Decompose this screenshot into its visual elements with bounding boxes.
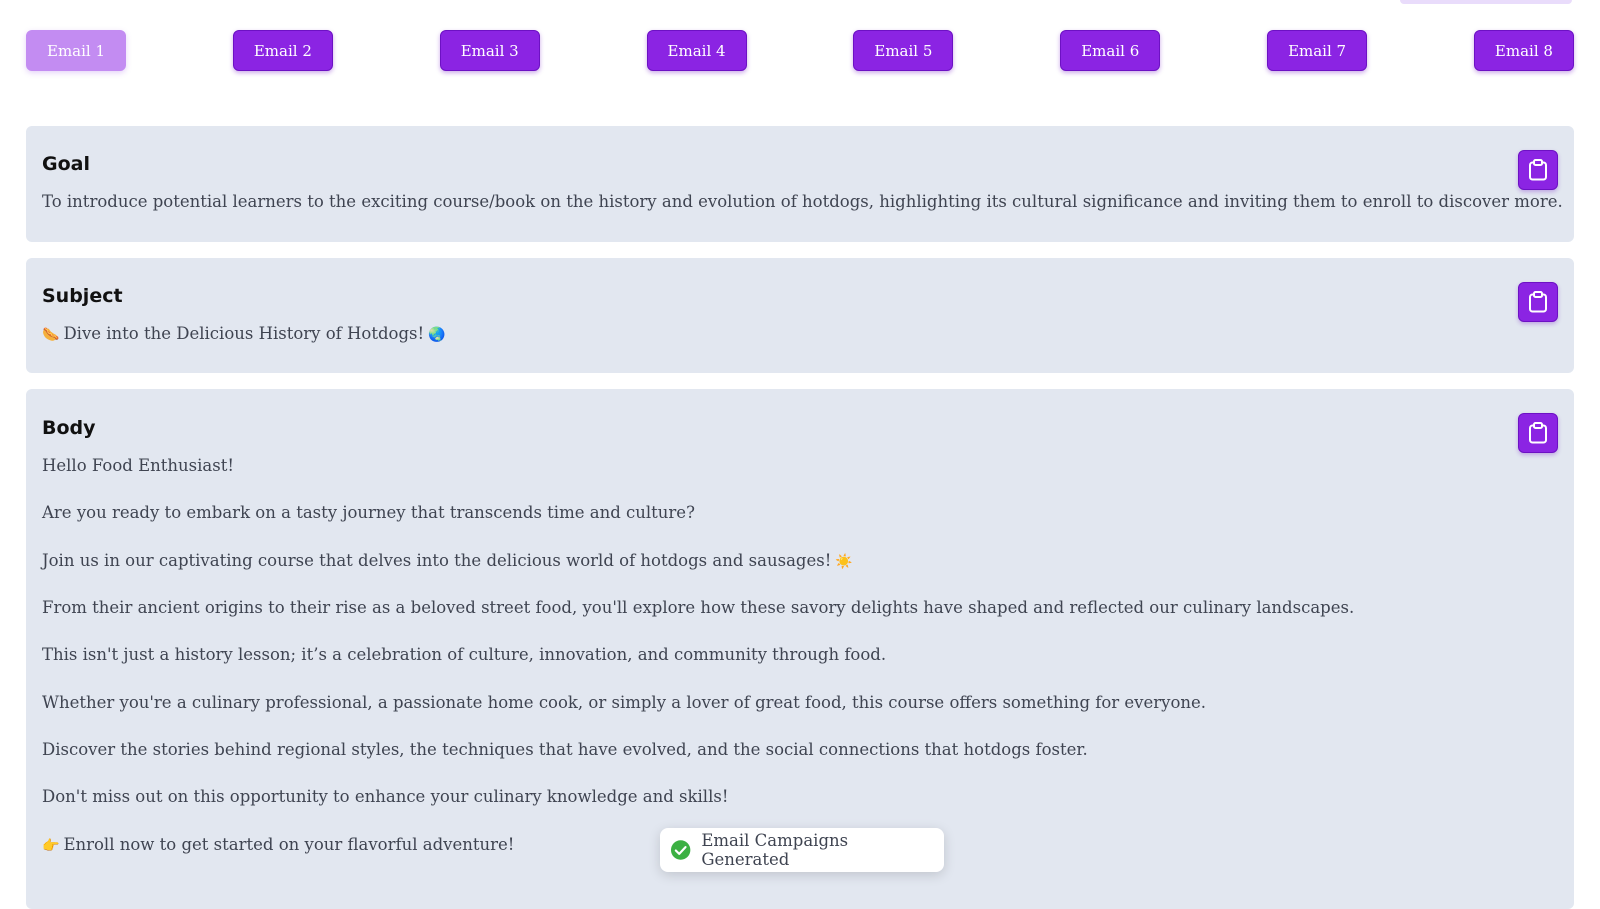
copy-goal-button[interactable] bbox=[1518, 150, 1558, 190]
check-circle-icon bbox=[670, 840, 691, 860]
success-toast: Email Campaigns Generated bbox=[660, 828, 944, 872]
subject-text: 🌭 Dive into the Delicious History of Hotd… bbox=[42, 324, 450, 343]
body-line: Join us in our captivating course that d… bbox=[42, 551, 857, 570]
pointing-emoji: 👉 bbox=[42, 838, 60, 854]
goal-card: Goal To introduce potential learners to … bbox=[26, 126, 1574, 242]
hotdog-emoji: 🌭 bbox=[42, 327, 60, 343]
body-line: Hello Food Enthusiast! bbox=[42, 456, 234, 475]
tab-email-7[interactable]: Email 7 bbox=[1267, 30, 1368, 71]
tab-email-1[interactable]: Email 1 bbox=[26, 30, 127, 71]
subject-card: Subject 🌭 Dive into the Delicious History… bbox=[26, 258, 1574, 373]
subject-title: Subject bbox=[42, 285, 123, 307]
body-line: 👉 Enroll now to get started on your flavo… bbox=[42, 835, 514, 854]
tab-email-3[interactable]: Email 3 bbox=[439, 30, 540, 71]
body-line: Don't miss out on this opportunity to en… bbox=[42, 787, 729, 806]
body-line: This isn't just a history lesson; it’s a… bbox=[42, 645, 887, 664]
body-line: Are you ready to embark on a tasty journ… bbox=[42, 503, 695, 522]
copy-body-button[interactable] bbox=[1518, 413, 1558, 453]
goal-text: To introduce potential learners to the e… bbox=[42, 192, 1563, 211]
body-line: Whether you're a culinary professional, … bbox=[42, 693, 1207, 712]
tab-email-8[interactable]: Email 8 bbox=[1473, 30, 1574, 71]
globe-emoji: 🌏 bbox=[428, 327, 446, 343]
toast-message: Email Campaigns Generated bbox=[701, 831, 849, 869]
top-accent-bar bbox=[1400, 0, 1572, 4]
copy-subject-button[interactable] bbox=[1518, 282, 1558, 322]
tab-email-4[interactable]: Email 4 bbox=[646, 30, 747, 71]
clipboard-icon bbox=[1529, 159, 1547, 181]
body-line: Discover the stories behind regional sty… bbox=[42, 740, 1088, 759]
clipboard-icon bbox=[1529, 291, 1547, 313]
clipboard-icon bbox=[1529, 422, 1547, 444]
body-line-text: Join us in our captivating course that d… bbox=[42, 551, 832, 570]
goal-title: Goal bbox=[42, 153, 90, 175]
body-line-text: Enroll now to get started on your flavor… bbox=[63, 835, 515, 854]
body-line: From their ancient origins to their rise… bbox=[42, 598, 1355, 617]
sun-emoji: ☀️ bbox=[835, 554, 853, 570]
email-tabs: Email 1 Email 2 Email 3 Email 4 Email 5 … bbox=[26, 30, 1574, 71]
tab-email-5[interactable]: Email 5 bbox=[853, 30, 954, 71]
tab-email-6[interactable]: Email 6 bbox=[1060, 30, 1161, 71]
subject-line: Dive into the Delicious History of Hotdo… bbox=[63, 324, 425, 343]
body-title: Body bbox=[42, 417, 96, 439]
tab-email-2[interactable]: Email 2 bbox=[232, 30, 333, 71]
